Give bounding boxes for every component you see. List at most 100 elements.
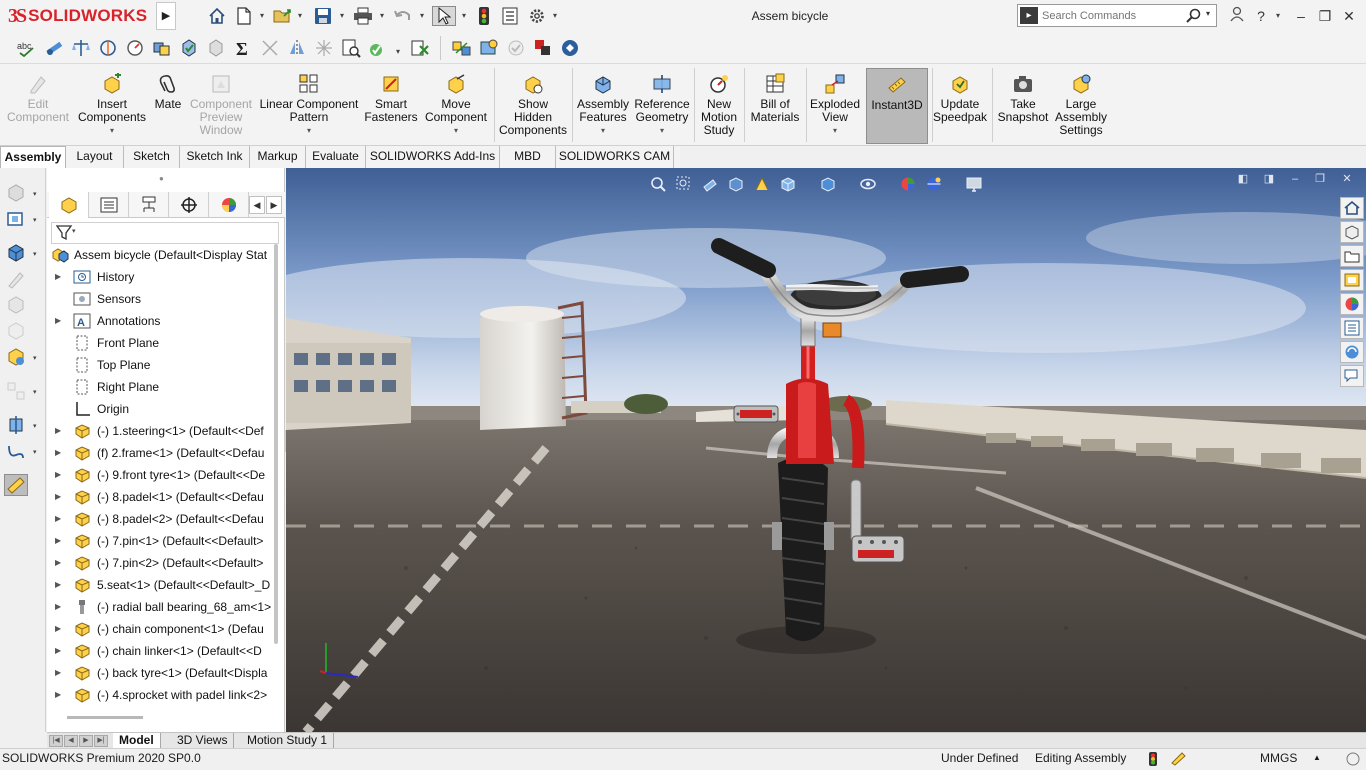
large-assembly-settings-button[interactable]: Large Assembly Settings bbox=[1054, 68, 1108, 144]
insert-components-button[interactable]: Insert Components ▾ bbox=[74, 68, 150, 144]
tree-root-assembly[interactable]: Assem bicycle (Default<Display Stat bbox=[47, 244, 273, 266]
solidworks-3d-experience-icon[interactable] bbox=[559, 37, 581, 59]
compare-documents-icon[interactable] bbox=[286, 37, 308, 59]
tree-node-f-2-frame-1-default-defau[interactable]: ▶ (f) 2.frame<1> (Default<<Defau bbox=[47, 442, 273, 464]
tab-markup[interactable]: Markup bbox=[250, 146, 306, 168]
tree-node-origin[interactable]: Origin bbox=[47, 398, 273, 420]
tab-first-icon[interactable]: |◀ bbox=[49, 735, 63, 747]
apply-scene-icon[interactable] bbox=[4, 346, 28, 368]
expand-arrow-icon[interactable]: ▶ bbox=[55, 574, 61, 596]
search-dropdown-caret[interactable]: ▾ bbox=[1206, 9, 1210, 18]
assembly-features-button[interactable]: Assembly Features ▾ bbox=[576, 68, 630, 144]
open-dropdown-caret[interactable]: ▾ bbox=[296, 8, 304, 24]
select-dropdown-caret[interactable]: ▾ bbox=[460, 8, 468, 24]
expand-arrow-icon[interactable]: ▶ bbox=[55, 662, 61, 684]
tab-solidworks-add-ins[interactable]: SOLIDWORKS Add-Ins bbox=[366, 146, 500, 168]
tree-node-7-pin-2-default-default[interactable]: ▶ (-) 7.pin<2> (Default<<Default> bbox=[47, 552, 273, 574]
new-dropdown-caret[interactable]: ▾ bbox=[258, 8, 266, 24]
viewport-close-icon[interactable]: ✕ bbox=[1338, 171, 1356, 187]
move-component-button[interactable]: Move Component ▾ bbox=[420, 68, 492, 144]
tree-node-right-plane[interactable]: Right Plane bbox=[47, 376, 273, 398]
reference-geometry-button[interactable]: Reference Geometry ▾ bbox=[632, 68, 692, 144]
dimxpert-icon[interactable] bbox=[313, 37, 335, 59]
pattern-dropdown-caret[interactable]: ▾ bbox=[33, 388, 37, 396]
view-dropdown-caret[interactable]: ▾ bbox=[33, 216, 37, 224]
component-preview-window-button[interactable]: Component Preview Window bbox=[186, 68, 256, 144]
solidworks-menu-flyout-button[interactable]: ▶ bbox=[156, 2, 176, 30]
rebuild-status-icon[interactable] bbox=[1148, 751, 1158, 770]
search-type-icon[interactable]: ▸ bbox=[1020, 7, 1038, 24]
help-icon[interactable]: ? bbox=[1250, 6, 1272, 26]
close-button[interactable]: ✕ bbox=[1338, 6, 1360, 26]
new-motion-study-button[interactable]: New Motion Study bbox=[698, 68, 740, 144]
tabs-scroll-left-icon[interactable]: ◀ bbox=[249, 196, 265, 214]
performance-evaluation-icon[interactable] bbox=[451, 37, 473, 59]
options-dropdown-caret[interactable]: ▾ bbox=[551, 8, 559, 24]
options-icon[interactable] bbox=[526, 6, 548, 26]
viewport-restore-icon[interactable]: ❐ bbox=[1311, 171, 1329, 187]
zoom-to-fit-icon[interactable] bbox=[648, 174, 668, 194]
tree-node-5-seat-1-default-default-d[interactable]: ▶ 5.seat<1> (Default<<Default>_D bbox=[47, 574, 273, 596]
tree-node-8-padel-2-default-defau[interactable]: ▶ (-) 8.padel<2> (Default<<Defau bbox=[47, 508, 273, 530]
exploded-view-dropdown-caret[interactable]: ▾ bbox=[833, 126, 837, 135]
tree-node-sensors[interactable]: Sensors bbox=[47, 288, 273, 310]
tab-solidworks-cam[interactable]: SOLIDWORKS CAM bbox=[556, 146, 674, 168]
component-pattern-icon[interactable] bbox=[4, 380, 28, 402]
take-snapshot-button[interactable]: Take Snapshot bbox=[996, 68, 1050, 144]
home-icon[interactable] bbox=[206, 6, 228, 26]
tab-model[interactable]: Model bbox=[113, 733, 161, 749]
undo-icon[interactable] bbox=[392, 6, 414, 26]
linear-component-pattern-dropdown-caret[interactable]: ▾ bbox=[307, 126, 311, 135]
hide-component-icon[interactable] bbox=[4, 320, 28, 342]
custom-properties-icon[interactable] bbox=[1340, 317, 1364, 339]
save-dropdown-caret[interactable]: ▾ bbox=[338, 8, 346, 24]
tree-node-chain-component-1-defau[interactable]: ▶ (-) chain component<1> (Defau bbox=[47, 618, 273, 640]
expand-arrow-icon[interactable]: ▶ bbox=[55, 442, 61, 464]
minimize-button[interactable]: – bbox=[1290, 6, 1312, 26]
equations-icon[interactable]: Σ bbox=[232, 37, 254, 59]
expand-arrow-icon[interactable]: ▶ bbox=[55, 618, 61, 640]
save-icon[interactable] bbox=[312, 6, 334, 26]
file-explorer-icon[interactable] bbox=[1340, 245, 1364, 267]
symmetry-check-icon[interactable] bbox=[259, 37, 281, 59]
assembly-visualization-icon[interactable] bbox=[409, 37, 431, 59]
sustainability-icon[interactable] bbox=[505, 37, 527, 59]
search-commands-box[interactable]: ▸ ▾ bbox=[1017, 4, 1217, 27]
instant3d-button[interactable]: Instant3D bbox=[866, 68, 928, 144]
tree-node-front-plane[interactable]: Front Plane bbox=[47, 332, 273, 354]
open-icon[interactable] bbox=[272, 6, 294, 26]
tree-horizontal-scrollbar[interactable] bbox=[67, 716, 143, 719]
new-document-icon[interactable] bbox=[234, 6, 254, 26]
graphics-area[interactable]: ◧ ◨ – ❐ ✕ bbox=[286, 168, 1366, 732]
dynamic-annotation-icon[interactable] bbox=[752, 174, 772, 194]
propertymanager-icon[interactable] bbox=[89, 192, 129, 218]
expand-arrow-icon[interactable]: ▶ bbox=[55, 310, 61, 332]
tab-previous-icon[interactable]: ◀ bbox=[64, 735, 78, 747]
tree-node-annotations[interactable]: ▶ A Annotations bbox=[47, 310, 273, 332]
expand-arrow-icon[interactable]: ▶ bbox=[55, 464, 61, 486]
dimxpertmanager-icon[interactable] bbox=[169, 192, 209, 218]
expand-arrow-icon[interactable]: ▶ bbox=[55, 684, 61, 706]
instant3d-status-icon[interactable] bbox=[1170, 750, 1188, 769]
mate-button[interactable]: Mate bbox=[150, 68, 186, 144]
display-dropdown-caret[interactable]: ▾ bbox=[33, 250, 37, 258]
mass-properties-icon[interactable] bbox=[70, 37, 92, 59]
tree-node-1-steering-1-default-def[interactable]: ▶ (-) 1.steering<1> (Default<<Def bbox=[47, 420, 273, 442]
update-speedpak-button[interactable]: Update Speedpak bbox=[933, 68, 987, 144]
featuremanager-tree-icon[interactable] bbox=[49, 192, 89, 218]
hide-show-items-icon[interactable] bbox=[858, 174, 878, 194]
design-library-icon[interactable] bbox=[1340, 221, 1364, 243]
view-palette-icon[interactable] bbox=[1340, 269, 1364, 291]
expand-arrow-icon[interactable]: ▶ bbox=[55, 530, 61, 552]
tree-node-4-sprocket-with-padel-link-2[interactable]: ▶ (-) 4.sprocket with padel link<2> bbox=[47, 684, 273, 706]
solidworks-resources-icon[interactable] bbox=[1340, 197, 1364, 219]
filter-dropdown-caret[interactable]: ▾ bbox=[72, 227, 76, 235]
section-properties-icon[interactable] bbox=[97, 37, 119, 59]
tab-evaluate[interactable]: Evaluate bbox=[306, 146, 366, 168]
tab-motion-study-1[interactable]: Motion Study 1 bbox=[241, 733, 335, 749]
tab-3d-views[interactable]: 3D Views bbox=[171, 733, 235, 749]
search-input[interactable] bbox=[1042, 7, 1182, 24]
appearances-icon[interactable] bbox=[1340, 293, 1364, 315]
tree-node-chain-linker-1-default-d[interactable]: ▶ (-) chain linker<1> (Default<<D bbox=[47, 640, 273, 662]
solidworks-forum-icon[interactable] bbox=[1340, 341, 1364, 363]
